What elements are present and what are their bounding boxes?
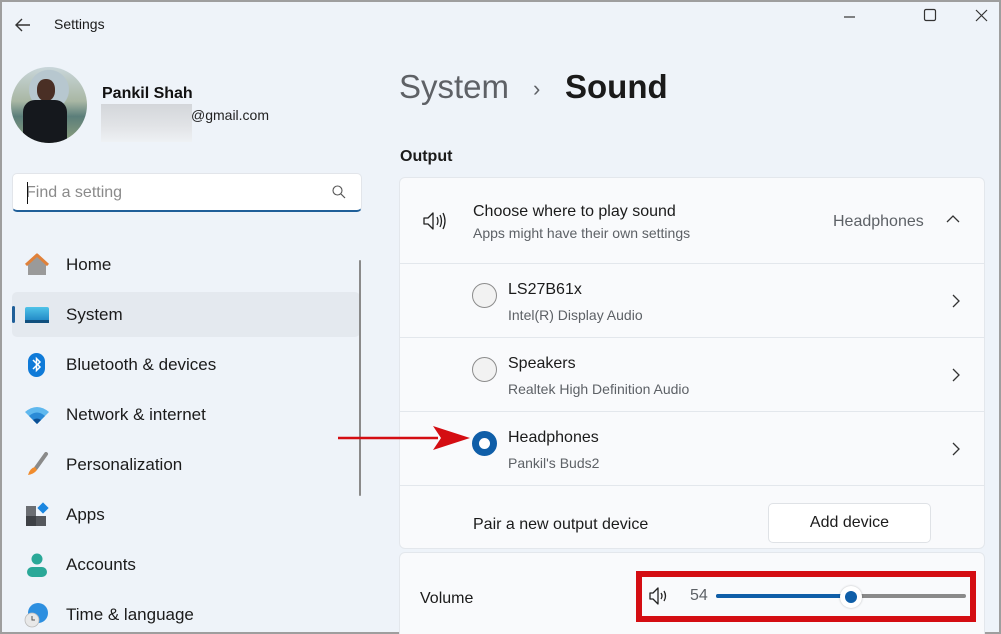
sidebar-scrollbar[interactable] [359, 260, 361, 496]
chevron-right-icon[interactable] [951, 293, 961, 309]
pair-device-row: Pair a new output device Add device [400, 486, 984, 550]
device-row[interactable]: Speakers Realtek High Definition Audio [400, 338, 984, 412]
device-description: Pankil's Buds2 [508, 455, 600, 471]
output-card: Choose where to play sound Apps might ha… [399, 177, 985, 549]
device-name: LS27B61x [508, 281, 582, 298]
sidebar-item-apps[interactable]: Apps [12, 492, 360, 537]
volume-value: 54 [690, 587, 708, 604]
sidebar-item-label: Home [66, 255, 112, 274]
output-header-subtitle: Apps might have their own settings [473, 225, 691, 241]
add-device-button[interactable]: Add device [768, 503, 931, 543]
sidebar-item-system[interactable]: System [12, 292, 360, 337]
sidebar-item-label: Apps [66, 505, 105, 524]
sidebar-item-home[interactable]: Home [12, 242, 360, 287]
search-box[interactable] [12, 173, 362, 212]
bluetooth-icon [28, 353, 45, 377]
search-input[interactable] [26, 182, 316, 204]
sidebar-item-label: Personalization [66, 455, 183, 474]
device-name: Speakers [508, 355, 576, 372]
close-icon [975, 9, 988, 22]
sidebar-item-accounts[interactable]: Accounts [12, 542, 360, 587]
avatar[interactable] [11, 67, 87, 143]
maximize-icon [923, 8, 937, 22]
system-display-icon [25, 307, 49, 323]
device-row-selected[interactable]: Headphones Pankil's Buds2 [400, 412, 984, 486]
text-caret [27, 182, 28, 204]
sidebar-item-bluetooth[interactable]: Bluetooth & devices [12, 342, 360, 387]
sidebar-item-label: Accounts [66, 555, 136, 574]
page-title: Sound [565, 68, 668, 105]
maximize-button[interactable] [916, 6, 944, 28]
volume-slider[interactable] [716, 586, 966, 608]
device-name: Headphones [508, 429, 599, 446]
home-icon [24, 253, 50, 275]
back-arrow-icon [15, 18, 30, 32]
speaker-icon [423, 212, 446, 230]
chevron-right-icon[interactable] [951, 367, 961, 383]
selection-indicator [12, 306, 15, 323]
minimize-button[interactable] [835, 6, 863, 28]
output-section-label: Output [400, 148, 453, 165]
sidebar-item-time-language[interactable]: Time & language [12, 592, 360, 632]
slider-thumb[interactable] [840, 586, 862, 608]
chevron-up-icon[interactable] [946, 214, 960, 224]
chevron-right-icon[interactable] [951, 441, 961, 457]
slider-fill [716, 594, 851, 598]
volume-mute-toggle-icon[interactable] [648, 586, 670, 606]
search-icon[interactable] [331, 184, 347, 200]
volume-label: Volume [420, 590, 474, 607]
close-button[interactable] [968, 6, 996, 28]
minimize-icon [844, 16, 855, 18]
profile-name: Pankil Shah [102, 85, 193, 102]
current-output-device: Headphones [833, 213, 924, 230]
device-radio[interactable] [472, 357, 497, 382]
sidebar-item-label: System [66, 305, 123, 324]
device-description: Realtek High Definition Audio [508, 381, 690, 397]
device-radio-checked[interactable] [472, 431, 497, 456]
output-header-title: Choose where to play sound [473, 203, 676, 220]
account-icon [27, 553, 47, 577]
profile-email: @gmail.com [191, 107, 270, 123]
sidebar-item-label: Bluetooth & devices [66, 355, 217, 374]
pair-device-label: Pair a new output device [473, 516, 649, 533]
choose-output-expander[interactable]: Choose where to play sound Apps might ha… [400, 178, 984, 264]
breadcrumb-parent[interactable]: System [399, 68, 509, 106]
sidebar-item-label: Time & language [66, 605, 194, 624]
annotation-arrow-icon [338, 426, 470, 450]
back-button[interactable] [12, 14, 34, 36]
sidebar-item-label: Network & internet [66, 405, 206, 424]
app-title: Settings [54, 16, 105, 32]
wifi-icon [25, 407, 49, 424]
email-redaction [101, 104, 192, 142]
paintbrush-icon [28, 452, 48, 475]
breadcrumb-separator: › [533, 76, 541, 101]
sidebar-item-personalization[interactable]: Personalization [12, 442, 360, 487]
sidebar-item-network[interactable]: Network & internet [12, 392, 360, 437]
device-radio[interactable] [472, 283, 497, 308]
globe-clock-icon [24, 603, 48, 628]
device-description: Intel(R) Display Audio [508, 307, 643, 323]
apps-icon [26, 502, 49, 526]
device-row[interactable]: LS27B61x Intel(R) Display Audio [400, 264, 984, 338]
